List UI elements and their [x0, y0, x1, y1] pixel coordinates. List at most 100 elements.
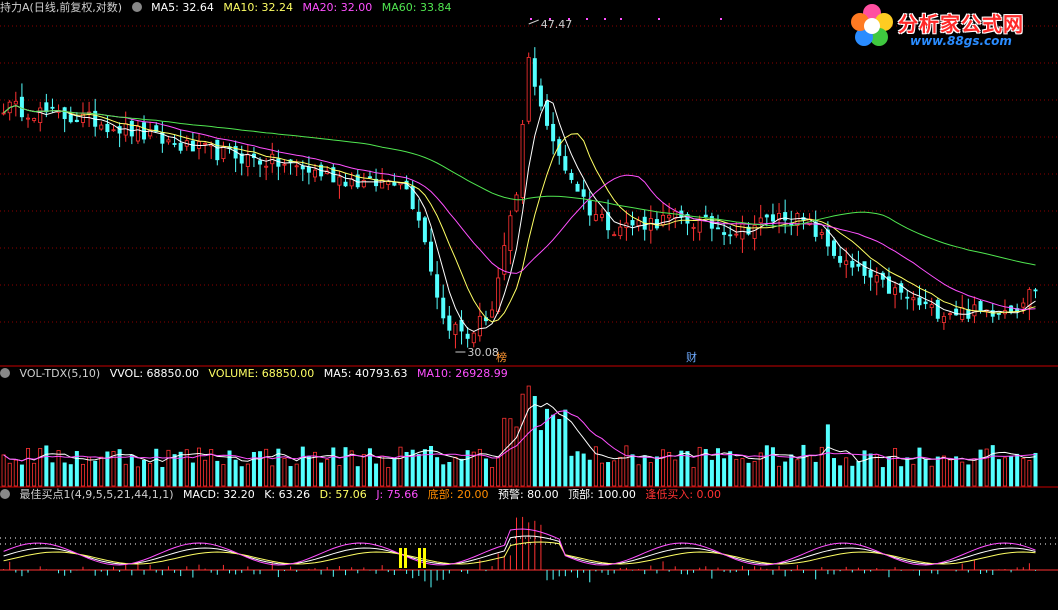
- stock-chart[interactable]: 47.47 30.08榜 财: [0, 0, 1058, 610]
- vol-name: VOL-TDX(5,10): [19, 367, 101, 380]
- volume-bar: [978, 449, 983, 487]
- volume-bar: [215, 460, 220, 487]
- buy-label: 逢低买入: 0.00: [645, 488, 722, 501]
- volume-bar: [270, 465, 275, 487]
- volume-bar: [148, 463, 153, 487]
- volume-bar: [746, 462, 751, 487]
- volume-bar: [1021, 458, 1026, 487]
- candle-body: [832, 240, 837, 256]
- candle-body: [923, 301, 928, 305]
- volume-bar: [288, 466, 293, 487]
- marker-dot: [568, 18, 570, 20]
- volume-bar: [160, 466, 165, 487]
- logo-title: 分析家公式网: [898, 12, 1024, 36]
- volume-bar: [435, 457, 440, 487]
- volume-bar: [404, 451, 409, 487]
- volume-label: VOLUME: 68850.00: [208, 367, 315, 380]
- candle-body: [166, 139, 171, 143]
- candle-body: [868, 269, 873, 278]
- volume-bar: [667, 451, 672, 487]
- settings-circle-icon[interactable]: [131, 2, 142, 12]
- volume-bar: [996, 459, 1001, 487]
- volume-bar: [844, 457, 849, 487]
- candle-body: [941, 316, 946, 323]
- j-label: J: 75.66: [376, 488, 419, 501]
- candle-body: [264, 165, 269, 168]
- volume-bar: [465, 450, 470, 487]
- candle-body: [62, 107, 67, 120]
- volume-bar: [990, 445, 995, 487]
- volume-bar: [563, 409, 568, 487]
- volume-bar: [941, 455, 946, 487]
- ma5-line: [3, 99, 1036, 332]
- volume-bar: [685, 451, 690, 487]
- volume-bar: [447, 462, 452, 487]
- candle-body: [68, 114, 73, 123]
- volume-bar: [416, 454, 421, 487]
- volume-bar: [801, 444, 806, 487]
- ma60-line: [3, 104, 1036, 266]
- volume-bar: [374, 463, 379, 487]
- volume-bar: [105, 451, 110, 487]
- volume-bar: [62, 462, 67, 487]
- volume-bar: [496, 456, 501, 487]
- candle-body: [312, 169, 317, 178]
- candle-body: [722, 232, 727, 235]
- candle-body: [105, 123, 110, 133]
- high-pointer: [528, 19, 539, 25]
- volume-bar: [954, 456, 959, 487]
- flower-logo-icon: [851, 4, 893, 46]
- candle-body: [514, 194, 519, 212]
- volume-bar: [1033, 452, 1038, 487]
- volume-bar: [154, 448, 159, 487]
- volume-bar: [459, 458, 464, 487]
- d-label: D: 57.06: [319, 488, 367, 501]
- indicator-settings-icon[interactable]: [0, 489, 10, 499]
- candle-body: [99, 124, 104, 130]
- candle-body: [587, 200, 592, 216]
- marker-dot: [549, 18, 551, 20]
- candle-body: [19, 96, 24, 118]
- volume-bar: [777, 465, 782, 487]
- volume-settings-icon[interactable]: [0, 368, 10, 378]
- candle-body: [929, 304, 934, 308]
- volume-bar: [386, 467, 391, 487]
- volume-bar: [911, 463, 916, 487]
- volume-bar: [630, 454, 635, 487]
- event-tag-cai: 财: [686, 350, 697, 364]
- volume-bar: [581, 453, 586, 487]
- candle-body: [581, 189, 586, 197]
- volume-bar: [343, 447, 348, 487]
- volume-bar: [1027, 460, 1032, 487]
- marker-dot: [530, 18, 532, 20]
- volume-bar: [135, 466, 140, 487]
- volume-bar: [606, 462, 611, 487]
- candle-body: [203, 142, 208, 145]
- candle-body: [856, 263, 861, 267]
- site-logo: 分析家公式网 www.88gs.com: [850, 2, 1050, 52]
- marker-dot: [604, 18, 606, 20]
- volume-bar: [691, 466, 696, 487]
- candle-body: [862, 261, 867, 276]
- candle-body: [429, 241, 434, 272]
- candle-body: [960, 307, 965, 320]
- volume-bar: [264, 448, 269, 487]
- volume-bar: [764, 445, 769, 487]
- volume-bar: [929, 465, 934, 487]
- candle-body: [38, 107, 43, 123]
- volume-bar: [1, 454, 6, 487]
- marker-dot: [658, 18, 660, 20]
- candle-body: [117, 126, 122, 134]
- volume-bar: [429, 445, 434, 487]
- volume-bar: [129, 454, 134, 487]
- warn-label: 预警: 80.00: [497, 488, 559, 501]
- candle-body: [905, 296, 910, 299]
- candle-body: [294, 165, 299, 168]
- high-label: 47.47: [541, 18, 573, 31]
- volume-bar: [905, 457, 910, 487]
- candle-body: [667, 214, 672, 219]
- candle-body: [422, 217, 427, 243]
- volume-bar: [239, 466, 244, 487]
- volume-bar: [1015, 453, 1020, 487]
- ma5-label: MA5: 32.64: [151, 1, 214, 14]
